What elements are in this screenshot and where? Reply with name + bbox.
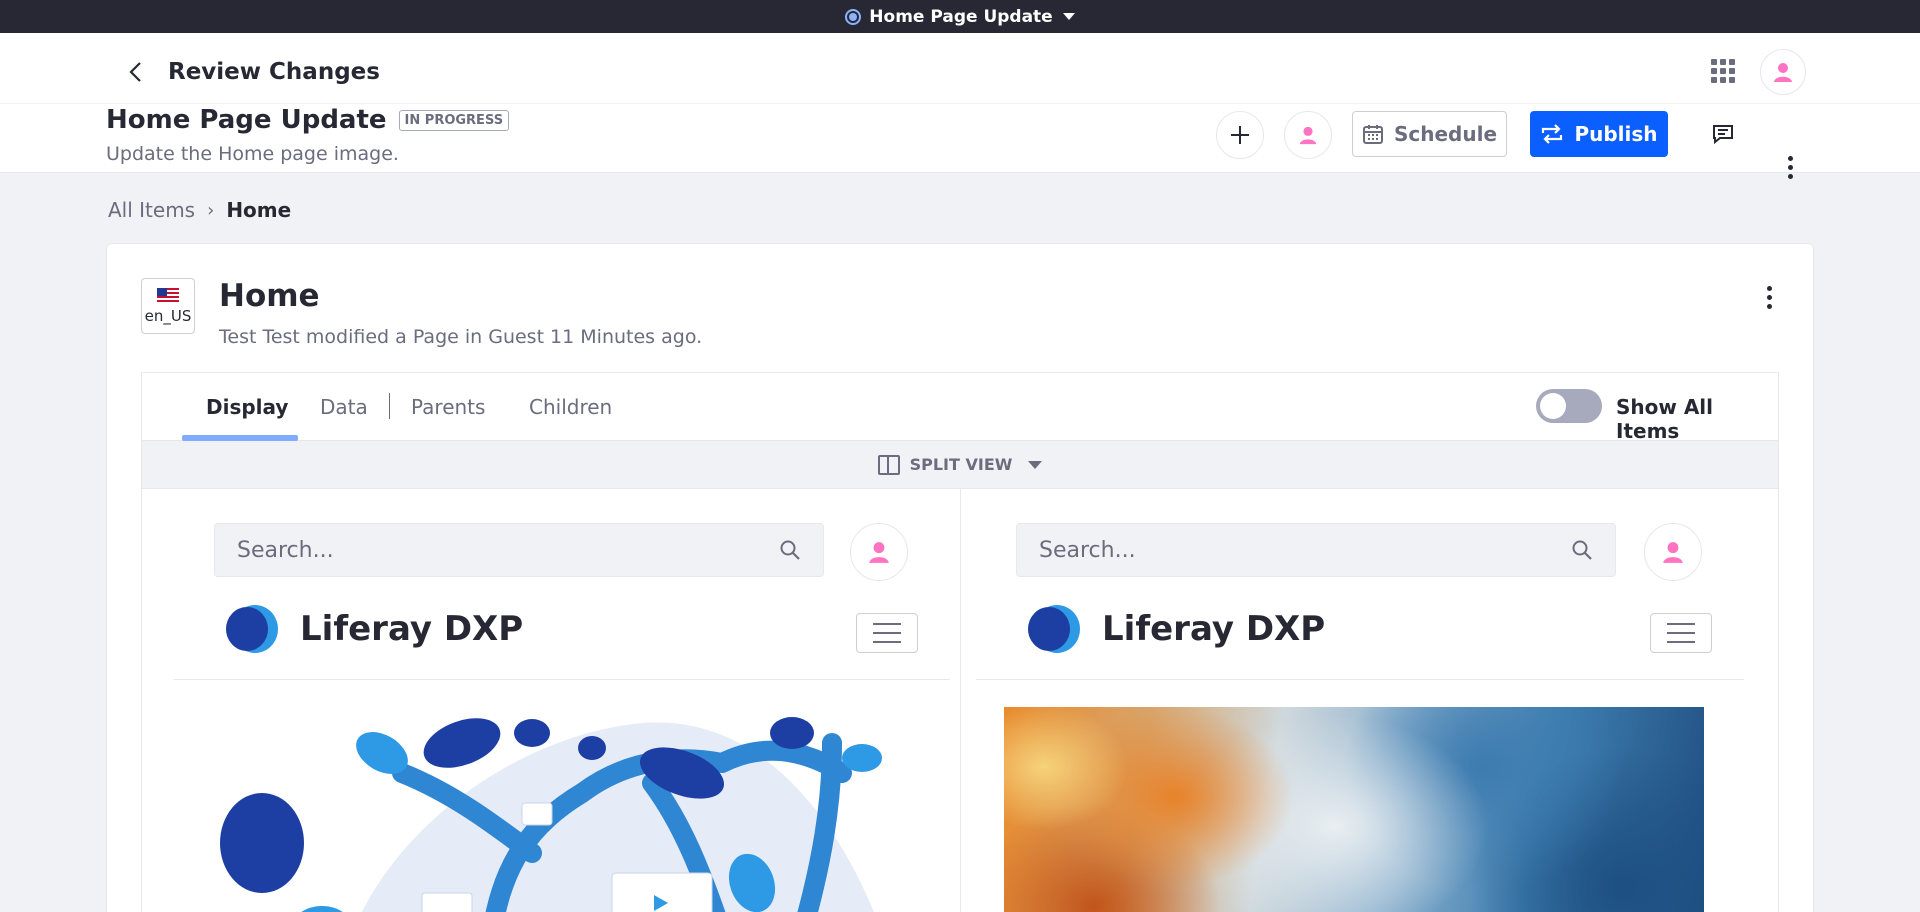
publication-title-row: Home Page Update IN PROGRESS bbox=[106, 105, 510, 135]
header-divider bbox=[0, 103, 1920, 104]
site-brand-right: Liferay DXP bbox=[1028, 605, 1325, 653]
locale-indicator: en_US bbox=[141, 278, 195, 334]
back-button[interactable] bbox=[122, 59, 148, 85]
item-title: Home bbox=[219, 278, 320, 314]
publication-bar[interactable]: Home Page Update bbox=[0, 0, 1920, 33]
site-name: Liferay DXP bbox=[1102, 609, 1326, 649]
site-name: Liferay DXP bbox=[300, 609, 524, 649]
liferay-logo-icon bbox=[226, 605, 278, 653]
breadcrumb-current: Home bbox=[226, 198, 292, 222]
search-input-left[interactable]: Search... bbox=[214, 523, 824, 577]
search-input-right[interactable]: Search... bbox=[1016, 523, 1616, 577]
user-avatar[interactable] bbox=[1760, 49, 1806, 95]
liferay-logo-icon bbox=[1028, 605, 1080, 653]
change-card: en_US Home Test Test modified a Page in … bbox=[106, 243, 1814, 912]
caret-down-icon bbox=[1062, 13, 1075, 20]
user-icon bbox=[1663, 542, 1683, 563]
search-placeholder: Search... bbox=[1039, 537, 1136, 563]
publish-button[interactable]: Publish bbox=[1530, 111, 1668, 157]
breadcrumb-all-items[interactable]: All Items bbox=[108, 198, 195, 222]
breadcrumb: All Items › Home bbox=[108, 198, 291, 222]
add-button[interactable] bbox=[1216, 111, 1264, 159]
collaborator-button[interactable] bbox=[1284, 111, 1332, 159]
tab-divider bbox=[389, 393, 390, 419]
publication-status-icon bbox=[845, 8, 862, 25]
user-icon bbox=[869, 542, 889, 563]
tab-display[interactable]: Display bbox=[206, 395, 288, 419]
schedule-button[interactable]: Schedule bbox=[1352, 111, 1507, 157]
schedule-label: Schedule bbox=[1393, 122, 1498, 146]
site-brand-left: Liferay DXP bbox=[226, 605, 523, 653]
page-title: Review Changes bbox=[168, 59, 380, 85]
pane-divider bbox=[960, 489, 961, 912]
search-placeholder: Search... bbox=[237, 537, 334, 563]
search-icon[interactable] bbox=[779, 539, 801, 561]
user-avatar-left[interactable] bbox=[850, 523, 908, 581]
comment-icon bbox=[1713, 125, 1733, 145]
calendar-icon bbox=[1362, 125, 1383, 144]
us-flag-icon bbox=[157, 287, 179, 303]
menu-button-left[interactable] bbox=[856, 613, 918, 653]
publication-description: Update the Home page image. bbox=[106, 143, 399, 165]
publication-name: Home Page Update bbox=[869, 6, 1053, 27]
tab-children[interactable]: Children bbox=[529, 395, 612, 419]
user-avatar-right[interactable] bbox=[1644, 523, 1702, 581]
preview-divider-left bbox=[174, 679, 950, 680]
tab-data[interactable]: Data bbox=[320, 395, 368, 419]
tab-parents[interactable]: Parents bbox=[411, 395, 485, 419]
plus-icon bbox=[1231, 126, 1249, 144]
tab-bar: Display Data Parents Children Show All I… bbox=[142, 373, 1778, 443]
more-actions-icon[interactable] bbox=[1778, 154, 1802, 180]
item-actions-icon[interactable] bbox=[1757, 284, 1781, 310]
split-view-icon bbox=[877, 454, 900, 475]
page-header: Review Changes Home Page Update IN PROGR… bbox=[0, 33, 1920, 179]
publish-label: Publish bbox=[1574, 122, 1658, 146]
search-icon[interactable] bbox=[1571, 539, 1593, 561]
chevron-left-icon bbox=[129, 62, 141, 82]
publication-title: Home Page Update bbox=[106, 105, 387, 135]
comments-button[interactable] bbox=[1712, 123, 1736, 147]
sync-arrows-icon bbox=[1542, 124, 1563, 144]
user-icon bbox=[1774, 63, 1792, 82]
show-all-items-label: Show All Items bbox=[1616, 395, 1714, 443]
split-view-label: SPLIT VIEW bbox=[909, 455, 1013, 474]
split-view-dropdown[interactable]: SPLIT VIEW bbox=[142, 441, 1778, 489]
new-home-image bbox=[1004, 707, 1704, 912]
previous-image-illustration bbox=[202, 703, 902, 912]
preview-divider-right bbox=[976, 679, 1744, 680]
comparison-panel: Display Data Parents Children Show All I… bbox=[141, 372, 1779, 912]
item-subtitle: Test Test modified a Page in Guest 11 Mi… bbox=[219, 326, 703, 348]
user-icon bbox=[1299, 126, 1317, 145]
locale-label: en_US bbox=[144, 306, 192, 325]
show-all-items-toggle[interactable] bbox=[1536, 389, 1602, 423]
tree-illustration-icon bbox=[220, 717, 882, 912]
caret-down-icon bbox=[1028, 460, 1043, 469]
status-badge: IN PROGRESS bbox=[398, 109, 510, 131]
apps-grid-icon[interactable] bbox=[1711, 59, 1735, 83]
menu-button-right[interactable] bbox=[1650, 613, 1712, 653]
chevron-right-icon: › bbox=[207, 199, 215, 221]
